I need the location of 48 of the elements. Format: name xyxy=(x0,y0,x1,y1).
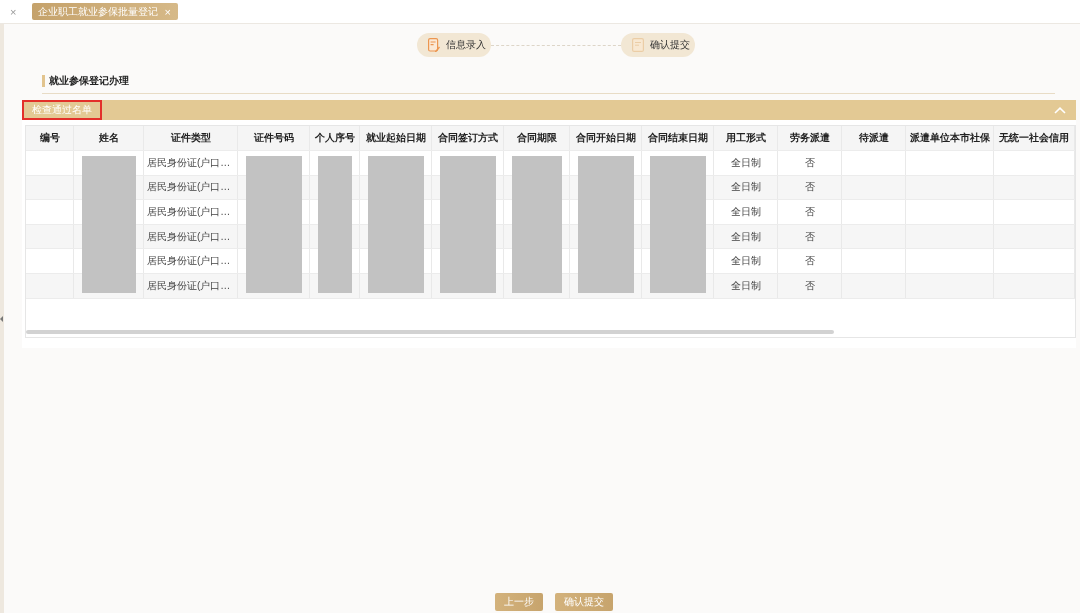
column-header: 派遣单位本市社保 xyxy=(909,131,990,145)
table-cell: 居民身份证(户口… xyxy=(147,229,231,244)
document-pen-icon xyxy=(428,38,440,52)
column-header: 个人序号 xyxy=(314,131,355,145)
column-header: 证件号码 xyxy=(253,131,294,145)
table-cell: 否 xyxy=(804,155,815,170)
table-cell: 居民身份证(户口… xyxy=(147,205,231,219)
back-button[interactable]: 上一步 xyxy=(494,593,543,611)
step-label: 确认提交 xyxy=(650,38,690,52)
column-header: 合同签订方式 xyxy=(437,131,498,145)
chevron-up-icon[interactable] xyxy=(1054,106,1066,114)
section-title: 就业参保登记办理 xyxy=(42,75,129,87)
table-cell: 否 xyxy=(804,205,815,219)
caret-left-icon[interactable] xyxy=(0,315,3,322)
panel-title: 检查通过名单 xyxy=(22,100,102,120)
table-cell: 居民身份证(户口… xyxy=(147,278,231,293)
table-cell: 全日制 xyxy=(730,180,761,195)
table-cell: 居民身份证(户口… xyxy=(147,155,231,170)
tab-close-button[interactable]: × xyxy=(163,5,172,18)
table-cell: 否 xyxy=(804,278,815,293)
tab[interactable]: × xyxy=(3,3,24,20)
column-header: 证件类型 xyxy=(170,131,211,145)
column-header: 用工形式 xyxy=(725,131,766,145)
table-cell: 否 xyxy=(804,254,815,269)
column-header: 合同期限 xyxy=(516,131,557,145)
tab[interactable]: 企业职工就业参保批量登记 × xyxy=(32,3,178,20)
horizontal-scrollbar[interactable] xyxy=(26,330,834,334)
column-header: 合同结束日期 xyxy=(647,131,708,145)
column-header: 编号 xyxy=(39,131,60,145)
column-header: 合同开始日期 xyxy=(575,131,636,145)
column-header: 无统一社会信用 xyxy=(999,131,1069,145)
column-header: 劳务派遣 xyxy=(789,131,830,145)
table-cell: 否 xyxy=(804,180,815,195)
column-header: 待派遣 xyxy=(858,131,889,145)
step-label: 信息录入 xyxy=(446,38,486,52)
tab-close-button[interactable]: × xyxy=(9,5,18,18)
column-header: 姓名 xyxy=(98,131,119,145)
table-cell: 否 xyxy=(804,229,815,244)
table-cell: 全日制 xyxy=(730,254,761,269)
document-icon xyxy=(632,38,644,52)
table-cell: 全日制 xyxy=(730,278,761,293)
table-cell: 全日制 xyxy=(730,155,761,170)
table-cell: 居民身份证(户口… xyxy=(147,180,231,195)
table-cell: 居民身份证(户口… xyxy=(147,254,231,269)
table-cell: 全日制 xyxy=(730,229,761,244)
column-header: 就业起始日期 xyxy=(365,131,426,145)
submit-button[interactable]: 确认提交 xyxy=(554,593,613,611)
table-cell: 全日制 xyxy=(730,205,761,219)
